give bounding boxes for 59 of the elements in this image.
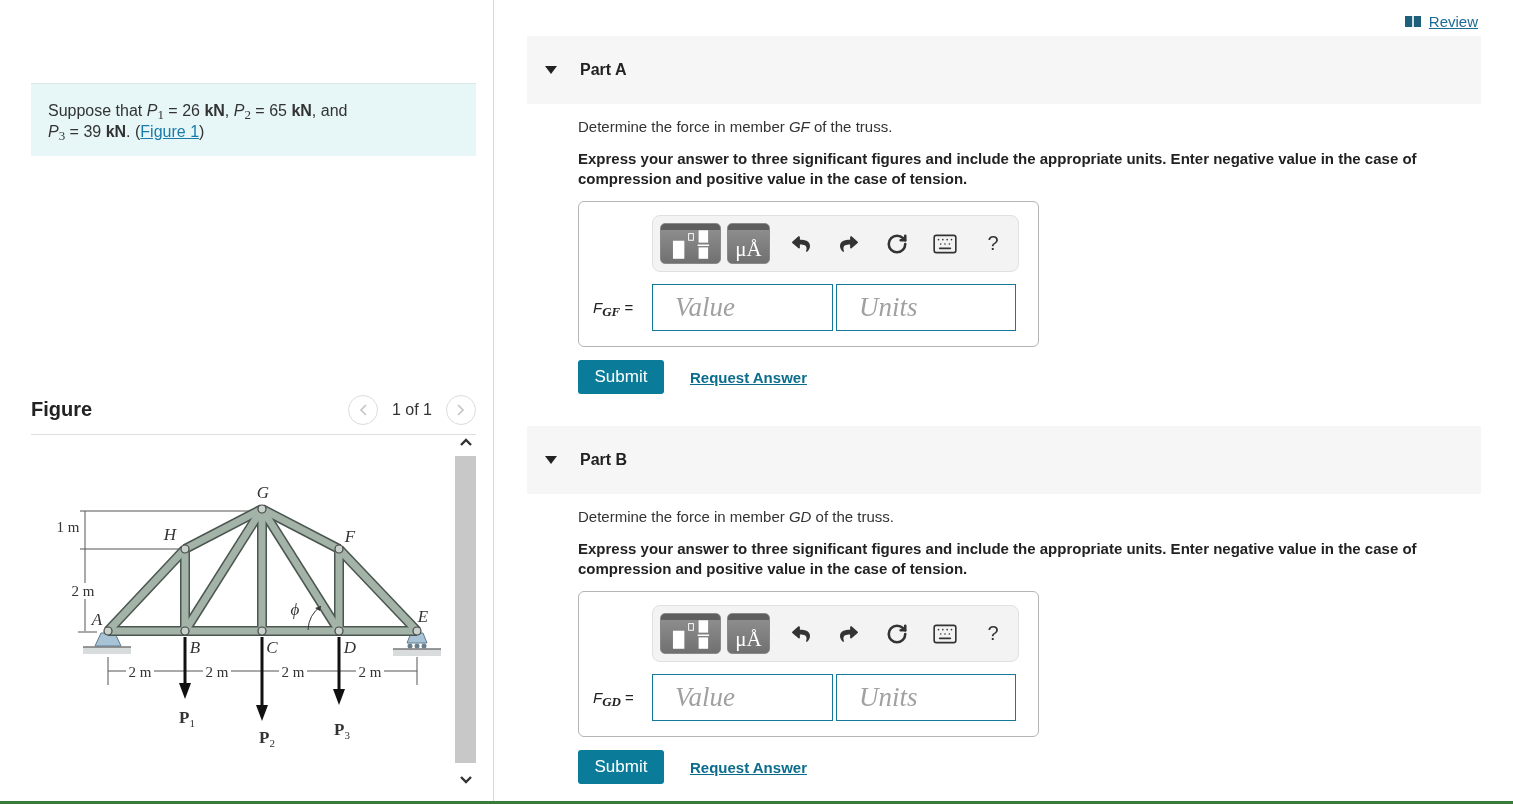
help-button[interactable]: ? — [987, 622, 999, 645]
dimension-label: 2 m — [281, 664, 305, 680]
node-label: G — [256, 483, 270, 501]
figure-counter: 1 of 1 — [391, 400, 432, 419]
node-label: D — [343, 638, 357, 656]
templates-button[interactable] — [660, 613, 721, 654]
problem-statement: Suppose that P$_{1}$ = 26 kN, P$_{2}$ = 65 kN, and P$_{3}$ = 39 kN. (Figure 1) — [48, 101, 349, 142]
fraction-template-icon — [671, 620, 710, 650]
undo-icon[interactable] — [792, 624, 810, 643]
units-input[interactable]: Units — [836, 674, 1016, 721]
units-input[interactable]: Units — [836, 284, 1016, 331]
load-label: P$_{2}$ — [259, 728, 275, 746]
dimension-label: 2 m — [358, 664, 382, 680]
answer-label: F$_{GF}$ = — [593, 299, 635, 316]
value-input[interactable]: Value — [652, 284, 833, 331]
node-label: H — [163, 525, 177, 543]
chevron-left-icon — [358, 403, 367, 416]
load-label: P$_{1}$ — [179, 708, 195, 726]
figure-title: Figure — [31, 398, 94, 421]
scroll-up-icon[interactable] — [459, 438, 472, 447]
dimension-label: 2 m — [71, 583, 95, 599]
part-toggle[interactable]: Part B — [545, 451, 628, 469]
request-answer-link[interactable]: Request Answer — [690, 758, 807, 776]
node-label: F — [344, 527, 356, 545]
node-label: A — [91, 610, 103, 628]
angle-label: ϕ — [290, 600, 300, 618]
symbols-button[interactable]: μÅ — [727, 613, 770, 654]
request-answer-link[interactable]: Request Answer — [690, 368, 807, 386]
submit-button[interactable]: Submit — [578, 750, 664, 784]
load-label: P$_{3}$ — [334, 720, 350, 738]
chevron-right-icon — [457, 403, 465, 416]
redo-icon[interactable] — [840, 234, 858, 253]
templates-button[interactable] — [660, 223, 721, 264]
dimension-label: 2 m — [128, 664, 152, 680]
scroll-down-icon[interactable] — [459, 775, 472, 784]
scrollbar-thumb[interactable] — [455, 456, 476, 763]
question-text: Determine the force in member GF of the truss. — [578, 117, 893, 137]
answer-label: F$_{GD}$ = — [593, 689, 635, 706]
instructions-text: Express your answer to three significant figures and include the appropriate units. Enter negative value in the case of compression and positive value in the case of tension. — [578, 149, 1418, 189]
review-link[interactable]: Review — [1404, 12, 1478, 30]
node-label: E — [417, 607, 429, 625]
node-label: B — [189, 638, 201, 656]
book-icon — [1404, 15, 1421, 27]
part-toggle[interactable]: Part A — [545, 61, 627, 79]
dimension-label: 1 m — [56, 519, 80, 535]
reset-icon[interactable] — [886, 622, 908, 645]
symbols-button[interactable]: μÅ — [727, 223, 770, 264]
figure-link[interactable]: Figure 1 — [140, 123, 200, 140]
submit-button[interactable]: Submit — [578, 360, 664, 394]
undo-icon[interactable] — [792, 234, 810, 253]
dimension-label: 2 m — [205, 664, 229, 680]
redo-icon[interactable] — [840, 624, 858, 643]
value-input[interactable]: Value — [652, 674, 833, 721]
reset-icon[interactable] — [886, 232, 908, 255]
help-button[interactable]: ? — [987, 232, 999, 255]
instructions-text: Express your answer to three significant figures and include the appropriate units. Enter negative value in the case of compression and positive value in the case of tension. — [578, 539, 1418, 579]
question-text: Determine the force in member GD of the truss. — [578, 507, 894, 527]
fraction-template-icon — [671, 230, 710, 260]
node-label: C — [266, 638, 278, 656]
